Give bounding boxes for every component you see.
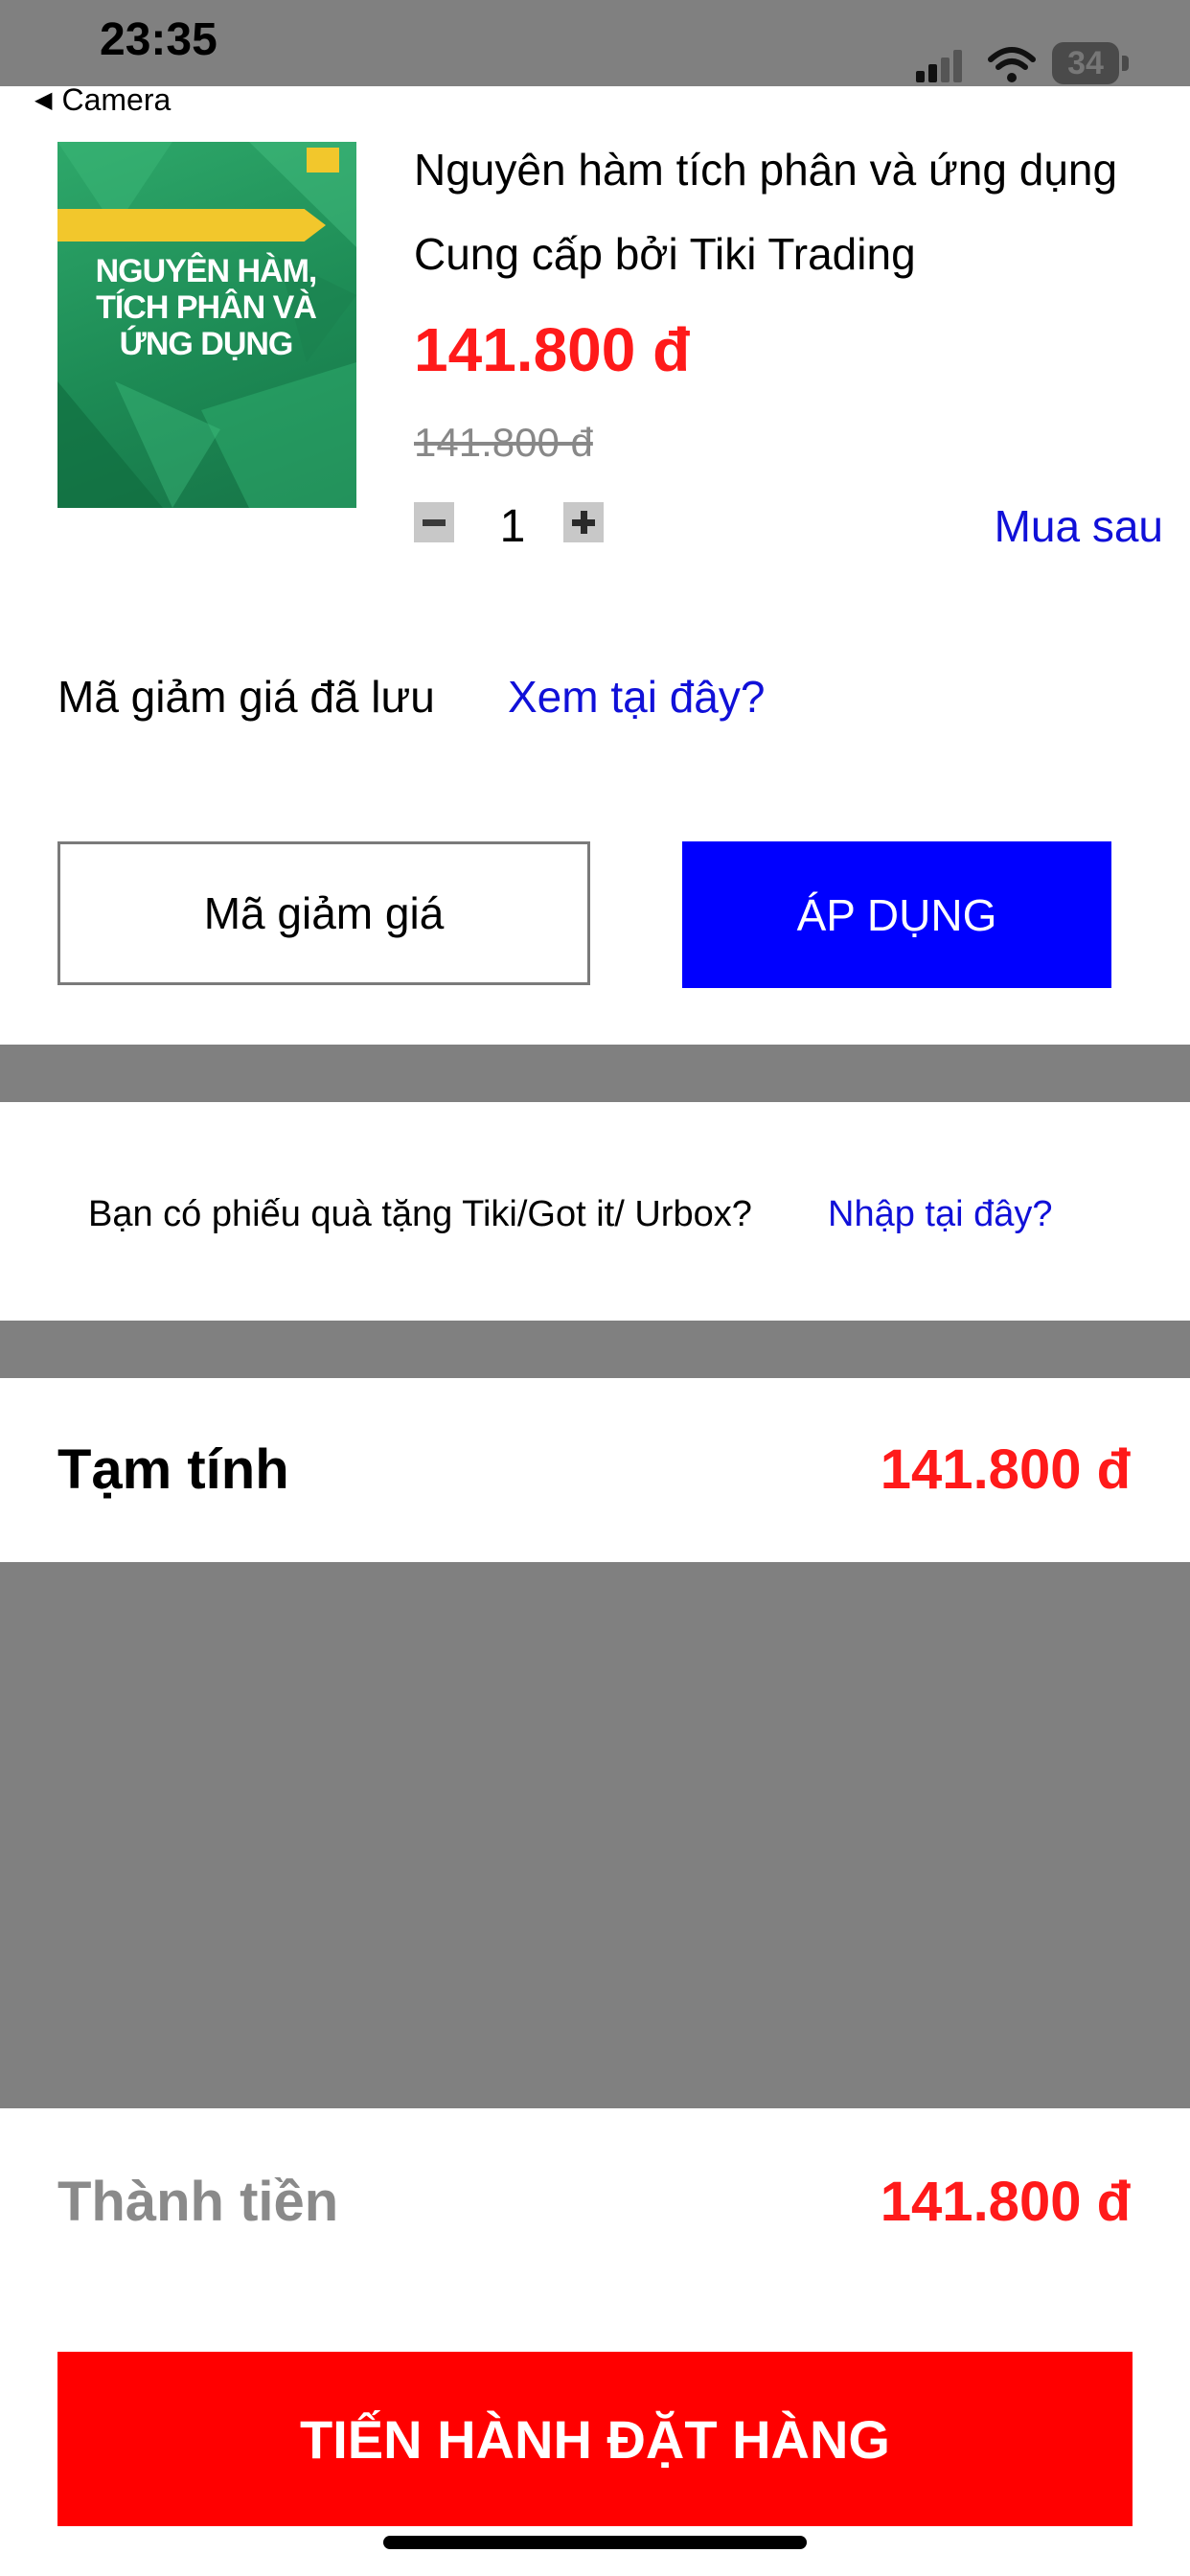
signal-icon	[916, 50, 962, 82]
home-indicator[interactable]	[383, 2536, 807, 2549]
battery-icon: 34	[1052, 42, 1131, 84]
gift-card-link[interactable]: Nhập tại đây?	[828, 1194, 1053, 1235]
saved-coupon-label: Mã giảm giá đã lưu	[57, 672, 435, 722]
buy-later-link[interactable]: Mua sau	[995, 500, 1163, 552]
quantity-decrease-button[interactable]	[414, 502, 454, 542]
product-old-price: 141.800 đ	[414, 420, 593, 465]
cover-tag	[307, 148, 339, 172]
checkout-button[interactable]: TIẾN HÀNH ĐẶT HÀNG	[57, 2352, 1133, 2526]
status-bar: 23:35 34	[0, 0, 1190, 86]
section-divider	[0, 1045, 1190, 1102]
subtotal-label: Tạm tính	[57, 1438, 289, 1501]
minus-icon	[423, 518, 446, 526]
product-price: 141.800 đ	[414, 315, 691, 384]
back-to-camera-link[interactable]: ◀ Camera	[34, 80, 171, 119]
apply-coupon-button[interactable]: ÁP DỤNG	[682, 841, 1111, 988]
product-seller: Cung cấp bởi Tiki Trading	[414, 229, 916, 279]
total-label: Thành tiền	[57, 2171, 339, 2233]
coupon-code-input[interactable]	[57, 841, 590, 985]
quantity-value: 1	[499, 501, 526, 552]
section-divider	[0, 1321, 1190, 1378]
status-time: 23:35	[100, 14, 217, 65]
quantity-increase-button[interactable]	[563, 502, 604, 542]
cover-title: NGUYÊN HÀM, TÍCH PHÂN VÀ ỨNG DỤNG	[95, 253, 318, 362]
wifi-icon	[988, 47, 1036, 82]
saved-coupon-link[interactable]: Xem tại đây?	[508, 671, 765, 723]
back-arrow-icon: ◀	[34, 86, 53, 113]
subtotal-value: 141.800 đ	[880, 1438, 1131, 1501]
empty-area	[0, 1562, 1190, 2108]
product-title[interactable]: Nguyên hàm tích phân và ứng dụng	[414, 144, 1171, 196]
back-label: Camera	[61, 81, 172, 117]
total-value: 141.800 đ	[880, 2171, 1131, 2233]
gift-card-question: Bạn có phiếu quà tặng Tiki/Got it/ Urbox…	[88, 1194, 752, 1234]
cover-band	[57, 209, 326, 242]
product-thumbnail[interactable]: NGUYÊN HÀM, TÍCH PHÂN VÀ ỨNG DỤNG	[57, 142, 356, 508]
battery-level: 34	[1067, 45, 1104, 81]
